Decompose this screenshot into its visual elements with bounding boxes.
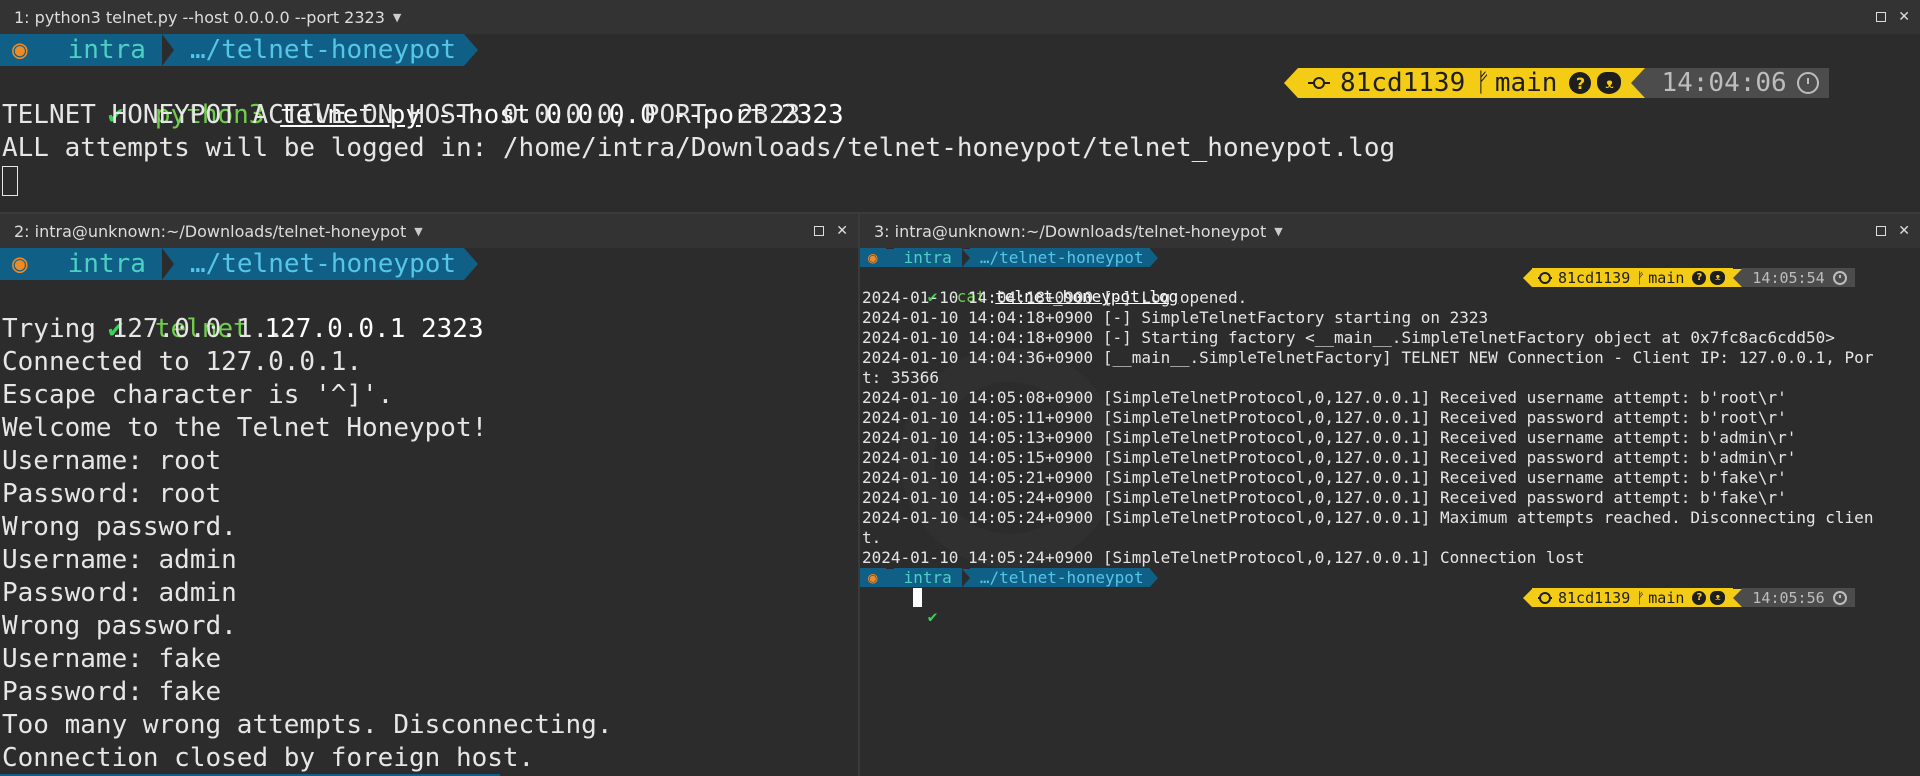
git-branch: main	[1494, 68, 1558, 98]
prompt-dir: …/telnet-honeypot	[969, 248, 1150, 267]
github-icon: ᴥ	[1710, 590, 1726, 605]
prompt-dir: …/telnet-honeypot	[173, 34, 465, 66]
log-line: t.	[862, 528, 882, 547]
maximize-icon[interactable]	[814, 226, 825, 236]
command-line: ✔	[870, 587, 938, 647]
output-line: Connected to 127.0.0.1.	[2, 347, 363, 377]
log-line: t: 35366	[862, 368, 940, 387]
ubuntu-icon: ◉	[0, 248, 40, 280]
pane-2-title: 2: intra@unknown:~/Downloads/telnet-hone…	[14, 221, 407, 241]
output-line: Username: fake	[2, 644, 222, 674]
terminal-pane-1[interactable]: 1: python3 telnet.py --host 0.0.0.0 --po…	[0, 0, 1920, 212]
log-line: 2024-01-10 14:04:18+0900 [-] SimpleTelne…	[862, 308, 1489, 327]
git-status-segment: 81cd1139 ᚠ main ? ᴥ 14:04:06	[1284, 68, 1829, 98]
output-line: Wrong password.	[2, 611, 237, 641]
prompt-segment: ◉ intra …/telnet-honeypot	[860, 568, 1158, 587]
prompt-user: intra	[51, 248, 162, 280]
terminal-pane-2[interactable]: 2: intra@unknown:~/Downloads/telnet-hone…	[0, 214, 858, 776]
output-line: ALL attempts will be logged in: /home/in…	[2, 133, 1396, 163]
output-line: Escape character is '^]'.	[2, 380, 394, 410]
github-icon: ᴥ	[1710, 270, 1726, 285]
prompt-user: intra	[51, 34, 162, 66]
pane-1-titlebar[interactable]: 1: python3 telnet.py --host 0.0.0.0 --po…	[0, 0, 1920, 34]
pane-2-titlebar[interactable]: 2: intra@unknown:~/Downloads/telnet-hone…	[0, 214, 858, 248]
output-line: Username: root	[2, 446, 222, 476]
output-line: Connection closed by foreign host.	[2, 743, 535, 773]
branch-icon: ᚠ	[1636, 588, 1646, 607]
question-icon: ?	[1692, 270, 1707, 285]
log-line: 2024-01-10 14:05:24+0900 [SimpleTelnetPr…	[862, 548, 1585, 567]
prompt-time: 14:05:56	[1752, 588, 1825, 607]
git-commit: 81cd1139	[1558, 268, 1631, 287]
clock-icon	[1832, 270, 1847, 285]
git-status-segment: 81cd1139 ᚠ main ? ᴥ 14:05:54	[1523, 268, 1855, 287]
question-icon: ?	[1569, 72, 1592, 94]
question-icon: ?	[1692, 590, 1707, 605]
prompt-dir: …/telnet-honeypot	[969, 568, 1150, 587]
commit-icon	[1308, 73, 1330, 93]
github-icon: ᴥ	[1597, 72, 1622, 94]
output-line: Password: admin	[2, 578, 237, 608]
ubuntu-icon: ◉	[860, 568, 886, 587]
chevron-down-icon[interactable]: ▼	[1274, 225, 1282, 238]
log-line: 2024-01-10 14:04:36+0900 [__main__.Simpl…	[862, 348, 1874, 367]
chevron-down-icon[interactable]: ▼	[393, 11, 401, 24]
log-line: 2024-01-10 14:05:11+0900 [SimpleTelnetPr…	[862, 408, 1787, 427]
branch-icon: ᚠ	[1475, 68, 1491, 98]
output-line: Too many wrong attempts. Disconnecting.	[2, 710, 613, 740]
close-icon[interactable]: ✕	[1898, 223, 1910, 239]
pane-3-titlebar[interactable]: 3: intra@unknown:~/Downloads/telnet-hone…	[860, 214, 1920, 248]
prompt-segment: ◉ intra …/telnet-honeypot	[0, 34, 479, 66]
terminal-cursor	[913, 588, 922, 607]
git-branch: main	[1648, 588, 1685, 607]
prompt-time: 14:05:54	[1752, 268, 1825, 287]
check-icon: ✔	[927, 607, 938, 626]
prompt-user: intra	[893, 568, 962, 587]
git-commit: 81cd1139	[1340, 68, 1466, 98]
chevron-down-icon[interactable]: ▼	[414, 225, 422, 238]
ubuntu-icon: ◉	[860, 248, 886, 267]
clock-icon	[1832, 590, 1847, 605]
log-line: 2024-01-10 14:04:18+0900 [-] Log opened.	[862, 288, 1248, 307]
git-branch: main	[1648, 268, 1685, 287]
commit-icon	[1538, 271, 1552, 285]
output-line: Trying 127.0.0.1...	[2, 314, 300, 344]
maximize-icon[interactable]	[1876, 226, 1887, 236]
terminal-pane-3[interactable]: 3: intra@unknown:~/Downloads/telnet-hone…	[860, 214, 1920, 776]
log-line: 2024-01-10 14:05:24+0900 [SimpleTelnetPr…	[862, 508, 1874, 527]
maximize-icon[interactable]	[1876, 12, 1887, 22]
output-line: Wrong password.	[2, 512, 237, 542]
output-line: Password: fake	[2, 677, 222, 707]
prompt-user: intra	[893, 248, 962, 267]
clock-icon	[1796, 72, 1819, 94]
log-line: 2024-01-10 14:05:08+0900 [SimpleTelnetPr…	[862, 388, 1787, 407]
prompt-time: 14:04:06	[1661, 68, 1787, 98]
output-line: Welcome to the Telnet Honeypot!	[2, 413, 488, 443]
prompt-dir: …/telnet-honeypot	[173, 248, 465, 280]
commit-icon	[1538, 591, 1552, 605]
terminal-cursor	[2, 166, 18, 196]
pane-3-title: 3: intra@unknown:~/Downloads/telnet-hone…	[874, 221, 1267, 241]
output-line: Username: admin	[2, 545, 237, 575]
log-line: 2024-01-10 14:04:18+0900 [-] Starting fa…	[862, 328, 1835, 347]
output-line: TELNET HONEYPOT ACTIVE ON HOST: 0.0.0.0,…	[2, 100, 801, 130]
pane-1-title: 1: python3 telnet.py --host 0.0.0.0 --po…	[14, 7, 385, 27]
log-line: 2024-01-10 14:05:15+0900 [SimpleTelnetPr…	[862, 448, 1797, 467]
prompt-segment: ◉ intra …/telnet-honeypot	[0, 248, 479, 280]
git-commit: 81cd1139	[1558, 588, 1631, 607]
ubuntu-icon: ◉	[0, 34, 40, 66]
branch-icon: ᚠ	[1636, 268, 1646, 287]
close-icon[interactable]: ✕	[836, 223, 848, 239]
log-line: 2024-01-10 14:05:13+0900 [SimpleTelnetPr…	[862, 428, 1797, 447]
log-line: 2024-01-10 14:05:24+0900 [SimpleTelnetPr…	[862, 488, 1787, 507]
output-line: Password: root	[2, 479, 222, 509]
git-status-segment: 81cd1139 ᚠ main ? ᴥ 14:05:56	[1523, 588, 1855, 607]
prompt-segment: ◉ intra …/telnet-honeypot	[860, 248, 1158, 267]
close-icon[interactable]: ✕	[1898, 9, 1910, 25]
log-line: 2024-01-10 14:05:21+0900 [SimpleTelnetPr…	[862, 468, 1787, 487]
